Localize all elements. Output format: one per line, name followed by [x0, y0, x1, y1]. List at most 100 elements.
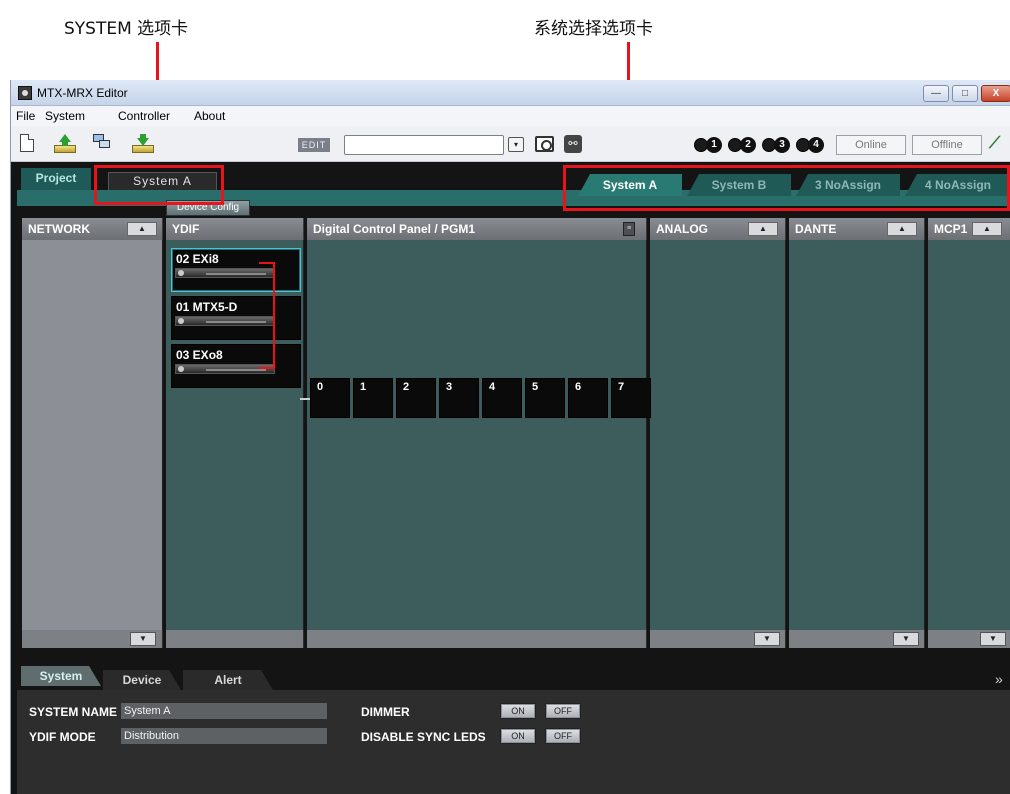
- save-file-icon[interactable]: [132, 134, 154, 153]
- network-setup-icon[interactable]: [93, 134, 111, 150]
- dante-column-header: DANTE ▲: [789, 218, 925, 240]
- system-select-tab-4[interactable]: 4 NoAssign: [905, 174, 1010, 196]
- network-column-body: [22, 240, 163, 630]
- link-icon[interactable]: ⚯: [564, 135, 582, 153]
- online-button[interactable]: Online: [836, 135, 906, 155]
- device-config-button[interactable]: Device Config: [166, 200, 250, 216]
- ydif-mode-field[interactable]: Distribution: [121, 728, 327, 744]
- tab-bottom-device[interactable]: Device: [103, 670, 181, 690]
- connection-plug-icon: ⟋: [989, 135, 1001, 152]
- dimmer-on-button[interactable]: ON: [500, 703, 536, 719]
- tab-system[interactable]: System A: [108, 172, 217, 191]
- dcp-slot[interactable]: 1: [353, 378, 393, 418]
- dante-column-body: [789, 240, 925, 630]
- led-indicator-3: 3: [762, 137, 792, 153]
- close-button[interactable]: X: [981, 85, 1010, 102]
- device-rack-icon: [175, 316, 275, 326]
- analog-scroll-up-button[interactable]: ▲: [748, 222, 778, 236]
- device-name: 03 EXo8: [176, 348, 223, 362]
- dante-scroll-up-button[interactable]: ▲: [887, 222, 917, 236]
- dante-column-title: DANTE: [795, 222, 837, 236]
- dcp-column-footer: [307, 630, 647, 648]
- device-name: 01 MTX5-D: [176, 300, 238, 314]
- system-name-field[interactable]: System A: [121, 703, 327, 719]
- tab-bottom-alert[interactable]: Alert: [183, 670, 273, 690]
- expand-chevron-icon[interactable]: »: [995, 672, 1003, 686]
- dcp-menu-icon[interactable]: ≡: [623, 222, 635, 236]
- dcp-slot[interactable]: 5: [525, 378, 565, 418]
- offline-button[interactable]: Offline: [912, 135, 982, 155]
- dante-scroll-down-button[interactable]: ▼: [893, 632, 919, 646]
- ydif-mode-label: YDIF MODE: [29, 730, 96, 744]
- network-column-header: NETWORK ▲: [22, 218, 163, 240]
- analog-column-footer: ▼: [650, 630, 786, 648]
- chevron-down-icon[interactable]: ▾: [508, 137, 524, 152]
- menu-bar: File System Controller About: [11, 106, 1010, 126]
- dcp-slot[interactable]: 6: [568, 378, 608, 418]
- ydif-column-header: YDIF: [166, 218, 304, 240]
- device-exo8[interactable]: 03 EXo8: [171, 344, 301, 388]
- open-file-icon[interactable]: [54, 134, 76, 153]
- annotation-system-tab: SYSTEM 选项卡: [64, 19, 189, 39]
- dcp-slot[interactable]: 4: [482, 378, 522, 418]
- snapshot-icon[interactable]: [535, 136, 554, 152]
- title-bar: MTX-MRX Editor — □ X: [11, 80, 1010, 106]
- network-column-title: NETWORK: [28, 222, 90, 236]
- menu-file[interactable]: File: [16, 109, 35, 123]
- system-name-label: SYSTEM NAME: [29, 705, 118, 719]
- sync-leds-off-button[interactable]: OFF: [545, 728, 581, 744]
- mcp1-scroll-down-button[interactable]: ▼: [980, 632, 1006, 646]
- sync-leds-on-button[interactable]: ON: [500, 728, 536, 744]
- network-column-footer: ▼: [22, 630, 163, 648]
- led-indicator-1: 1: [694, 137, 724, 153]
- window-title: MTX-MRX Editor: [37, 86, 128, 100]
- led-indicator-4: 4: [796, 137, 826, 153]
- analog-column-title: ANALOG: [656, 222, 708, 236]
- system-select-tab-a[interactable]: System A: [578, 174, 682, 196]
- mcp1-scroll-up-button[interactable]: ▲: [972, 222, 1002, 236]
- toolbar: EDIT ▾ ⚯ 1 2 3 4 Online Offline ⟋: [11, 126, 1010, 162]
- device-exi8[interactable]: 02 EXi8: [171, 248, 301, 292]
- device-rack-icon: [175, 364, 275, 374]
- analog-column-body: [650, 240, 786, 630]
- disable-sync-leds-label: DISABLE SYNC LEDS: [361, 730, 486, 744]
- tab-bottom-system[interactable]: System: [21, 666, 101, 686]
- mcp1-column-header: MCP1 ▲: [928, 218, 1010, 240]
- network-scroll-up-button[interactable]: ▲: [127, 222, 157, 236]
- mcp1-column-title: MCP1: [934, 222, 968, 236]
- app-icon: [18, 86, 32, 100]
- ydif-column-title: YDIF: [172, 222, 200, 236]
- preset-select-input[interactable]: [344, 135, 504, 155]
- dcp-column-title: Digital Control Panel / PGM1: [313, 222, 476, 236]
- menu-system[interactable]: System: [45, 109, 85, 123]
- device-mtx5d[interactable]: 01 MTX5-D: [171, 296, 301, 340]
- led-indicator-2: 2: [728, 137, 758, 153]
- dcp-column-header: Digital Control Panel / PGM1 ≡: [307, 218, 647, 240]
- menu-controller[interactable]: Controller: [118, 109, 170, 123]
- system-select-tab-3[interactable]: 3 NoAssign: [796, 174, 900, 196]
- annotation-system-select: 系统选择选项卡: [534, 19, 653, 39]
- dcp-column-body: [307, 240, 647, 630]
- maximize-button[interactable]: □: [952, 85, 978, 102]
- dcp-connector-line: [300, 398, 310, 400]
- menu-about[interactable]: About: [194, 109, 225, 123]
- dcp-slot[interactable]: 0: [310, 378, 350, 418]
- tab-project[interactable]: Project: [21, 168, 91, 190]
- dcp-slot[interactable]: 2: [396, 378, 436, 418]
- analog-scroll-down-button[interactable]: ▼: [754, 632, 780, 646]
- system-select-tab-b[interactable]: System B: [687, 174, 791, 196]
- minimize-button[interactable]: —: [923, 85, 949, 102]
- dcp-slot[interactable]: 7: [611, 378, 651, 418]
- new-file-icon[interactable]: [20, 134, 34, 152]
- dimmer-off-button[interactable]: OFF: [545, 703, 581, 719]
- dcp-slot[interactable]: 3: [439, 378, 479, 418]
- app-window: MTX-MRX Editor — □ X File System Control…: [10, 80, 1010, 794]
- network-scroll-down-button[interactable]: ▼: [130, 632, 156, 646]
- dante-column-footer: ▼: [789, 630, 925, 648]
- edit-button[interactable]: EDIT: [298, 138, 330, 152]
- analog-column-header: ANALOG ▲: [650, 218, 786, 240]
- mcp1-column-footer: ▼: [928, 630, 1010, 648]
- mcp1-column-body: [928, 240, 1010, 630]
- device-name: 02 EXi8: [176, 252, 219, 266]
- device-rack-icon: [175, 268, 275, 278]
